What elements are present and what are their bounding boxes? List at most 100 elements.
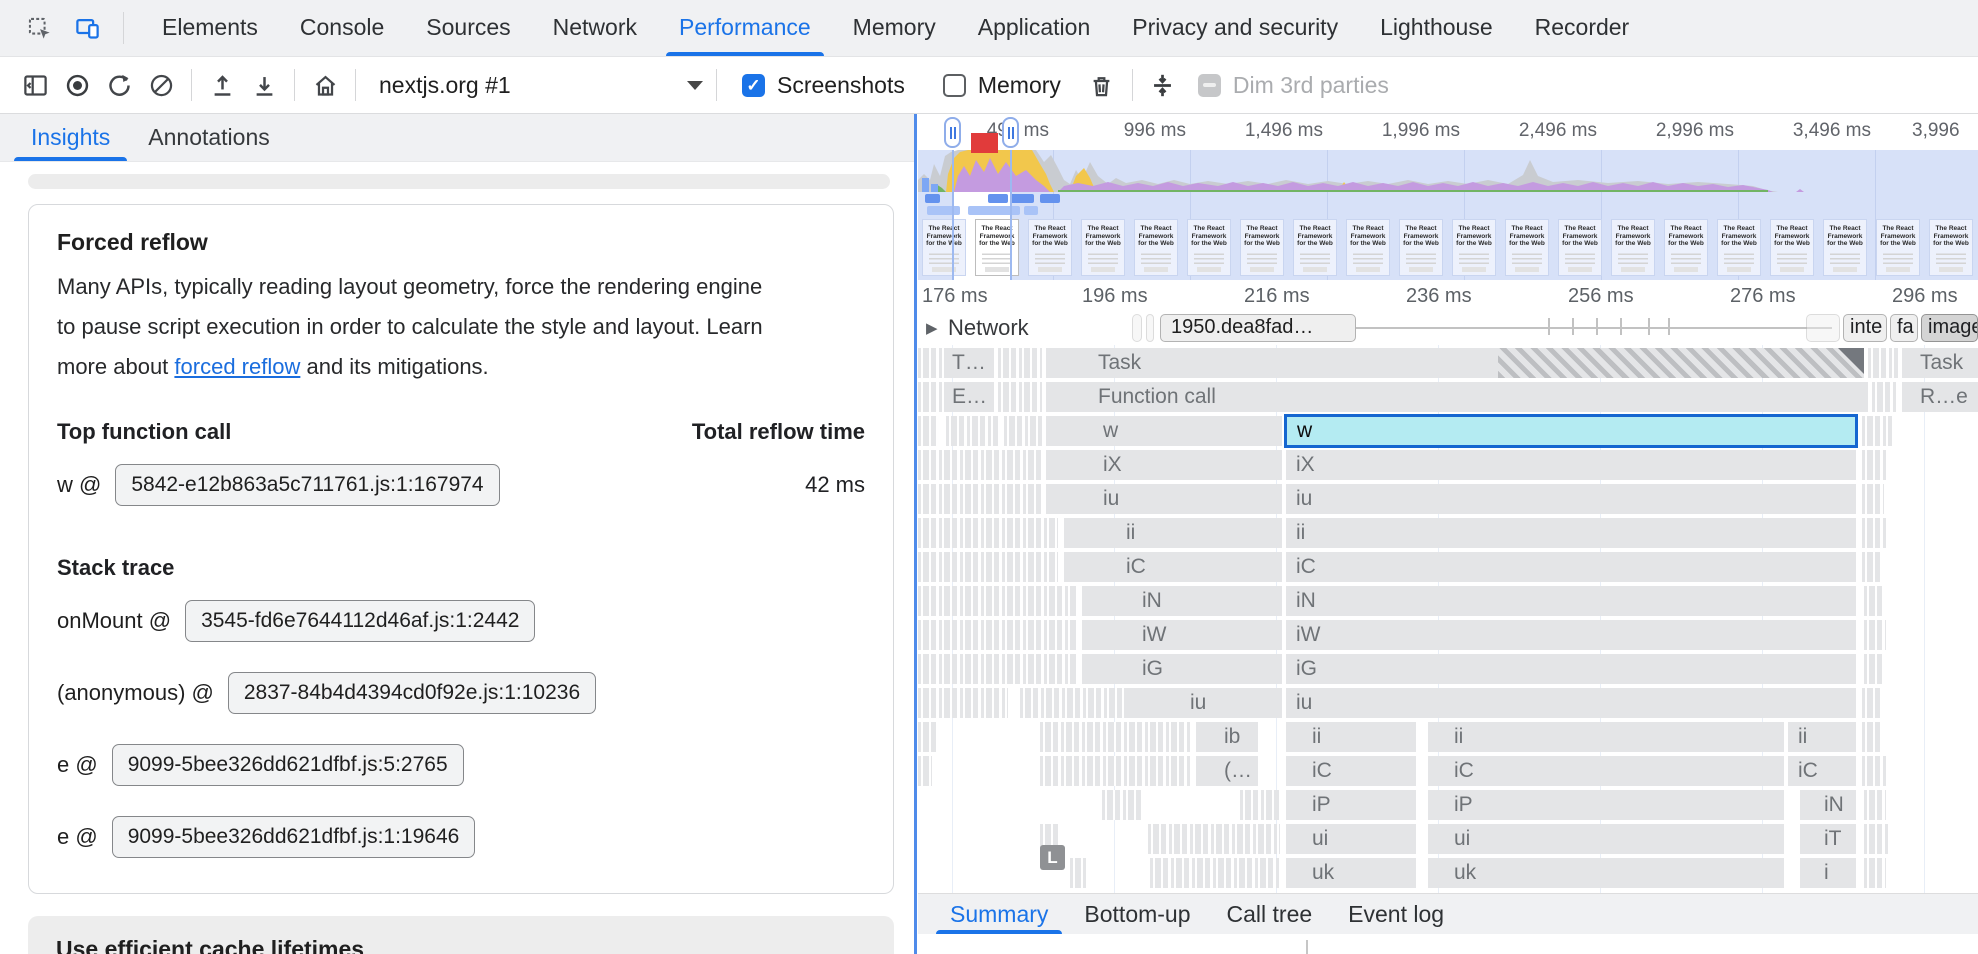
forced-reflow-link[interactable]: forced reflow	[174, 354, 300, 379]
filmstrip-thumbnail[interactable]: The React Framework for the Web	[1664, 219, 1708, 276]
session-select[interactable]: nextjs.org #1	[379, 72, 703, 99]
flame-event[interactable]: ui	[1286, 824, 1416, 854]
collapse-tracks-icon[interactable]	[1142, 64, 1184, 106]
filmstrip-thumbnail[interactable]: The React Framework for the Web	[1187, 219, 1231, 276]
flame-event[interactable]: iP	[1286, 790, 1416, 820]
filmstrip-thumbnail[interactable]: The React Framework for the Web	[1452, 219, 1496, 276]
dim-3rd-parties-toggle[interactable]: Dim 3rd parties	[1198, 72, 1389, 99]
network-request[interactable]: fa	[1890, 314, 1918, 342]
filmstrip-thumbnail[interactable]: The React Framework for the Web	[975, 219, 1019, 276]
tab-elements[interactable]: Elements	[141, 0, 279, 56]
filmstrip-thumbnail[interactable]: The React Framework for the Web	[1240, 219, 1284, 276]
flame-event[interactable]: T…	[944, 348, 994, 378]
flame-event[interactable]: iu	[1046, 484, 1282, 514]
details-tab-bottom-up[interactable]: Bottom-up	[1066, 894, 1208, 934]
network-track-label[interactable]: Network	[948, 315, 1029, 341]
filmstrip-thumbnail[interactable]: The React Framework for the Web	[1558, 219, 1602, 276]
filmstrip-thumbnail[interactable]: The React Framework for the Web	[1876, 219, 1920, 276]
flame-event[interactable]: iX	[1286, 450, 1856, 480]
cache-lifetimes-card[interactable]: Use efficient cache lifetimes	[28, 916, 894, 954]
flame-event-selected[interactable]: w	[1284, 414, 1858, 448]
flame-event[interactable]: Task	[1046, 348, 1864, 378]
stack-frame-location[interactable]: 3545-fd6e7644112d46af.js:1:2442	[185, 600, 535, 642]
flame-event[interactable]: ui	[1428, 824, 1784, 854]
forced-reflow-card[interactable]: Forced reflow Many APIs, typically readi…	[28, 204, 894, 894]
network-request[interactable]: image	[1921, 314, 1978, 342]
stack-frame-location[interactable]: 2837-84b4d4394cd0f92e.js:1:10236	[228, 672, 596, 714]
flame-event[interactable]: i	[1800, 858, 1856, 888]
download-profile-icon[interactable]	[243, 64, 285, 106]
flame-event[interactable]: iN	[1082, 586, 1282, 616]
flame-event[interactable]: iG	[1286, 654, 1856, 684]
main-thread-flame-chart[interactable]: L T…TaskTaskE…Function callR…ewwiXiXiuiu…	[918, 345, 1978, 893]
flame-event[interactable]: ib	[1196, 722, 1258, 752]
network-request[interactable]: 1950.dea8fad…	[1160, 314, 1356, 342]
tab-recorder[interactable]: Recorder	[1514, 0, 1651, 56]
network-request-tiny[interactable]	[1132, 314, 1142, 342]
collect-garbage-icon[interactable]	[1081, 64, 1123, 106]
filmstrip-thumbnail[interactable]: The React Framework for the Web	[1611, 219, 1655, 276]
network-request[interactable]: inte	[1843, 314, 1887, 342]
lcp-marker-badge[interactable]: L	[1040, 845, 1065, 870]
tab-lighthouse[interactable]: Lighthouse	[1359, 0, 1514, 56]
dim-3rd-parties-checkbox[interactable]	[1198, 74, 1221, 97]
flame-event[interactable]: iN	[1800, 790, 1856, 820]
device-toolbar-icon[interactable]	[66, 7, 108, 49]
filmstrip-thumbnail[interactable]: The React Framework for the Web	[1293, 219, 1337, 276]
panel-resize-divider[interactable]	[914, 114, 917, 954]
flame-event[interactable]: uk	[1286, 858, 1416, 888]
clear-icon[interactable]	[140, 64, 182, 106]
network-request-tiny[interactable]	[1146, 314, 1154, 342]
details-tab-summary[interactable]: Summary	[932, 894, 1066, 934]
tab-application[interactable]: Application	[957, 0, 1112, 56]
flame-event[interactable]: w	[1046, 416, 1282, 446]
flame-event[interactable]: iT	[1800, 824, 1856, 854]
flame-event[interactable]: iN	[1286, 586, 1856, 616]
flame-event[interactable]: E…	[944, 382, 994, 412]
tab-sources[interactable]: Sources	[405, 0, 531, 56]
flame-event[interactable]: iP	[1428, 790, 1784, 820]
filmstrip-thumbnail[interactable]: The React Framework for the Web	[1081, 219, 1125, 276]
selection-handle-left[interactable]	[944, 117, 961, 148]
flame-event[interactable]: iW	[1082, 620, 1282, 650]
flame-event[interactable]: iu	[1286, 688, 1856, 718]
flame-event[interactable]: iC	[1286, 756, 1416, 786]
tab-performance[interactable]: Performance	[658, 0, 832, 56]
reload-and-record-icon[interactable]	[98, 64, 140, 106]
flame-event[interactable]: ii	[1286, 518, 1856, 548]
flame-event[interactable]: iu	[1286, 484, 1856, 514]
filmstrip-thumbnail[interactable]: The React Framework for the Web	[922, 219, 966, 276]
flame-event[interactable]: Function call	[1046, 382, 1868, 412]
flame-event[interactable]: Task	[1902, 348, 1978, 378]
flame-event[interactable]: ii	[1788, 722, 1856, 752]
flame-event[interactable]: uk	[1428, 858, 1784, 888]
memory-checkbox[interactable]	[943, 74, 966, 97]
flame-event[interactable]: iW	[1286, 620, 1856, 650]
tab-network[interactable]: Network	[532, 0, 658, 56]
filmstrip-thumbnail[interactable]: The React Framework for the Web	[1505, 219, 1549, 276]
selection-handle-right[interactable]	[1002, 117, 1019, 148]
flame-event[interactable]: ii	[1064, 518, 1282, 548]
triangle-right-icon[interactable]: ▶	[926, 319, 938, 337]
overview-ruler[interactable]: 496 ms996 ms1,496 ms1,996 ms2,496 ms2,99…	[918, 114, 1978, 150]
filmstrip-thumbnail[interactable]: The React Framework for the Web	[1823, 219, 1867, 276]
tab-console[interactable]: Console	[279, 0, 405, 56]
record-icon[interactable]	[56, 64, 98, 106]
screenshots-toggle[interactable]: ✓ Screenshots	[742, 72, 905, 99]
flame-event[interactable]: iC	[1064, 552, 1282, 582]
sidebar-tab-annotations[interactable]: Annotations	[129, 114, 288, 161]
flame-event[interactable]: iC	[1788, 756, 1856, 786]
flame-event[interactable]: (…	[1196, 756, 1258, 786]
toggle-sidebar-icon[interactable]	[14, 64, 56, 106]
flame-event[interactable]: iC	[1286, 552, 1856, 582]
memory-toggle[interactable]: Memory	[943, 72, 1061, 99]
filmstrip-thumbnail[interactable]: The React Framework for the Web	[1929, 219, 1973, 276]
filmstrip-thumbnail[interactable]: The React Framework for the Web	[1028, 219, 1072, 276]
flame-event[interactable]: iX	[1046, 450, 1282, 480]
details-tab-call-tree[interactable]: Call tree	[1209, 894, 1331, 934]
tab-privacy-and-security[interactable]: Privacy and security	[1111, 0, 1359, 56]
flame-event[interactable]: ii	[1286, 722, 1416, 752]
details-tab-event-log[interactable]: Event log	[1330, 894, 1462, 934]
stack-frame-location[interactable]: 9099-5bee326dd621dfbf.js:5:2765	[112, 744, 464, 786]
sidebar-tab-insights[interactable]: Insights	[12, 114, 129, 161]
